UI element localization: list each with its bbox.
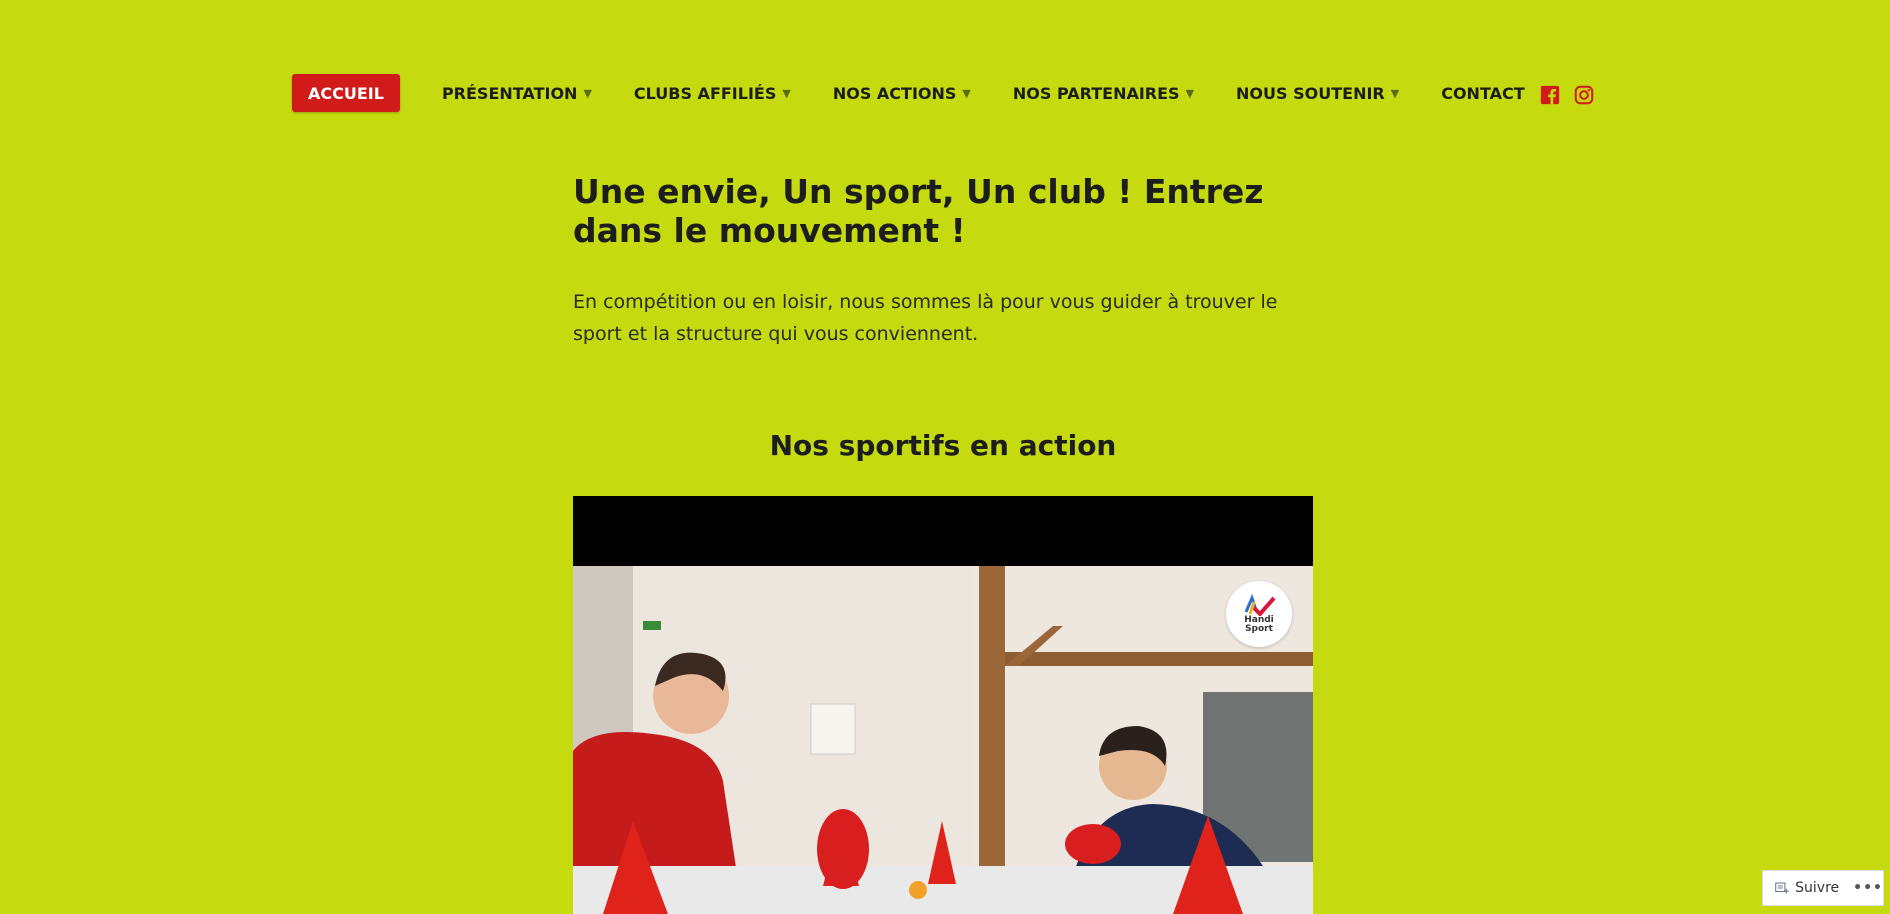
logo-text-sport: Sport	[1245, 624, 1273, 634]
more-options-icon[interactable]: •••	[1853, 880, 1883, 896]
caret-down-icon: ▼	[1390, 86, 1400, 100]
nav-item-nous-soutenir[interactable]: NOUS SOUTENIR ▼	[1236, 84, 1399, 103]
nav-item-nos-actions[interactable]: NOS ACTIONS ▼	[833, 84, 971, 103]
nav-item-presentation[interactable]: PRÉSENTATION ▼	[442, 84, 592, 103]
nav-label: CLUBS AFFILIÉS	[633, 83, 777, 103]
caret-down-icon: ▼	[962, 86, 971, 100]
page-title: Une envie, Un sport, Un club ! Entrez da…	[573, 172, 1264, 250]
main-content: Une envie, Un sport, Un club ! Entrez da…	[573, 172, 1313, 350]
nav-label: ACCUEIL	[308, 83, 384, 103]
video-frame: Handi Sport	[573, 566, 1313, 914]
video-player[interactable]: Handi Sport	[573, 496, 1313, 914]
main-navigation: ACCUEIL PRÉSENTATION ▼ CLUBS AFFILIÉS ▼ …	[292, 74, 1567, 112]
nav-item-contact[interactable]: CONTACT	[1441, 84, 1524, 103]
facebook-icon[interactable]	[1539, 84, 1561, 106]
nav-item-nos-partenaires[interactable]: NOS PARTENAIRES ▼	[1013, 84, 1194, 103]
logo-mark-icon	[1244, 594, 1276, 616]
section-title: Nos sportifs en action	[769, 429, 1117, 462]
follow-label: Suivre	[1795, 880, 1840, 896]
follow-button[interactable]: Suivre •••	[1762, 870, 1884, 906]
handisport-logo: Handi Sport	[1226, 581, 1292, 647]
caret-down-icon: ▼	[583, 86, 592, 100]
nav-label: CONTACT	[1441, 83, 1525, 103]
caret-down-icon: ▼	[1185, 86, 1195, 100]
nav-label: NOS PARTENAIRES	[1012, 83, 1180, 103]
caret-down-icon: ▼	[782, 86, 791, 100]
nav-label: NOS ACTIONS	[832, 83, 957, 103]
nav-item-accueil[interactable]: ACCUEIL	[292, 74, 400, 112]
instagram-icon[interactable]	[1573, 84, 1595, 106]
video-scene	[573, 566, 1313, 914]
intro-paragraph: En compétition ou en loisir, nous sommes…	[573, 291, 1278, 345]
social-links	[1539, 84, 1595, 106]
reader-follow-icon	[1775, 882, 1789, 894]
nav-label: PRÉSENTATION	[441, 83, 578, 103]
nav-item-clubs-affilies[interactable]: CLUBS AFFILIÉS ▼	[634, 84, 791, 103]
nav-label: NOUS SOUTENIR	[1236, 83, 1385, 103]
